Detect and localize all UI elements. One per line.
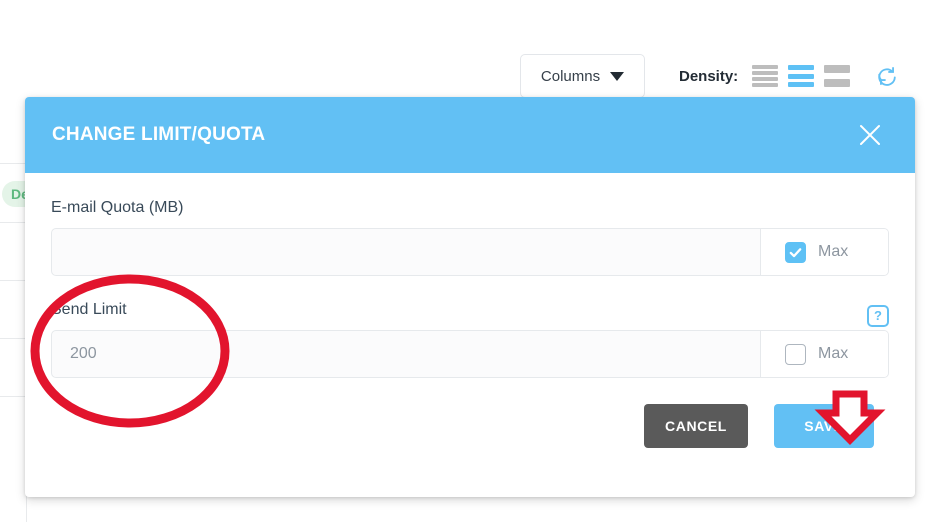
send-limit-label: Send Limit	[51, 301, 127, 318]
density-compact-icon[interactable]	[752, 65, 779, 87]
density-comfortable-icon[interactable]	[824, 65, 851, 87]
dialog-header: CHANGE LIMIT/QUOTA	[25, 97, 915, 173]
density-standard-icon[interactable]	[788, 65, 815, 87]
send-limit-input-group: Max	[51, 330, 889, 378]
table-row-divider	[0, 222, 28, 223]
email-quota-input-group: Max	[51, 228, 889, 276]
email-quota-label: E-mail Quota (MB)	[51, 199, 184, 216]
refresh-icon[interactable]	[876, 65, 898, 87]
send-limit-input[interactable]	[52, 331, 760, 377]
dialog-footer: CANCEL SAVE	[25, 378, 915, 448]
send-limit-max-checkbox[interactable]	[785, 343, 806, 365]
table-row-divider	[0, 338, 28, 339]
email-quota-max-checkbox[interactable]	[785, 241, 806, 263]
table-row-divider	[0, 280, 28, 281]
density-label: Density:	[679, 67, 739, 85]
send-limit-max-toggle[interactable]: Max	[760, 331, 888, 377]
send-limit-label-row: Send Limit ?	[51, 301, 889, 330]
change-limit-quota-dialog: CHANGE LIMIT/QUOTA E-mail Quota (MB) Max…	[25, 97, 915, 497]
density-control-group: Density:	[679, 65, 898, 87]
dialog-title: CHANGE LIMIT/QUOTA	[52, 124, 266, 145]
chevron-down-icon	[610, 71, 625, 81]
send-limit-max-label: Max	[818, 345, 849, 362]
dialog-body: E-mail Quota (MB) Max Send Limit ? 200 M…	[25, 173, 915, 378]
columns-button-label: Columns	[540, 67, 601, 85]
columns-button[interactable]: Columns	[520, 54, 645, 98]
field-email-quota: E-mail Quota (MB) Max	[51, 199, 889, 276]
save-button[interactable]: SAVE	[774, 404, 874, 448]
help-icon[interactable]: ?	[867, 304, 889, 327]
table-row-divider	[0, 163, 28, 164]
email-quota-max-toggle[interactable]: Max	[760, 229, 888, 275]
email-quota-max-label: Max	[818, 243, 849, 260]
grid-toolbar: Columns Density:	[520, 50, 920, 102]
table-row-divider	[0, 396, 28, 397]
close-icon[interactable]	[853, 118, 887, 152]
email-quota-input[interactable]	[52, 229, 760, 275]
field-send-limit: Send Limit ? Max	[51, 301, 889, 378]
cancel-button[interactable]: CANCEL	[644, 404, 748, 448]
